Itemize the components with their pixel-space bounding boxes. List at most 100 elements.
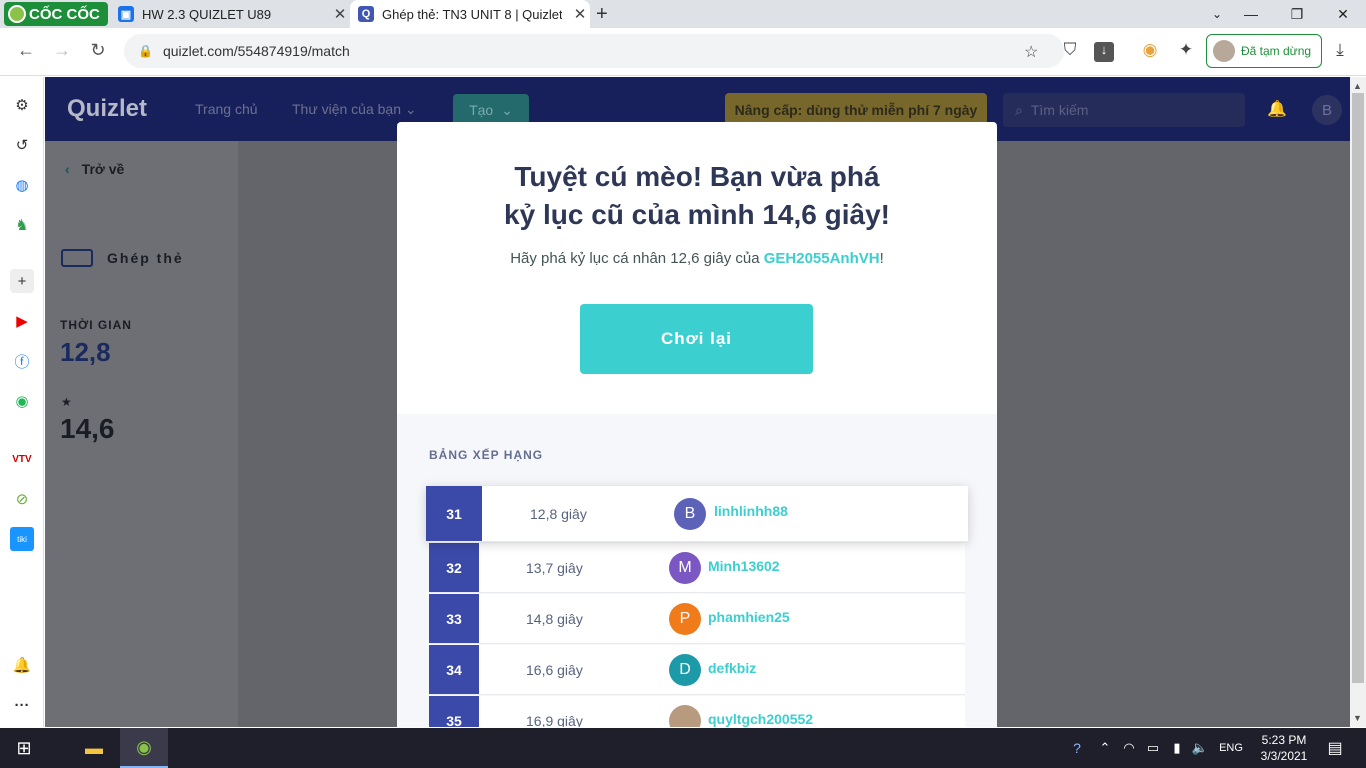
facebook-icon[interactable]: ⓕ — [10, 349, 34, 373]
best-time-value: 14,6 — [60, 413, 115, 444]
tab-title: HW 2.3 QUIZLET U89 — [142, 6, 272, 22]
browser-sidebar: ⚙ ↺ ◍ ♞ + ▶ ⓕ ◉ VTV ⊘ tiki 🔔 ··· — [0, 77, 44, 727]
username-link[interactable]: phamhien25 — [708, 609, 790, 625]
time-value: 12,8 — [60, 337, 111, 367]
notification-bell-icon[interactable]: 🔔 — [1267, 99, 1287, 119]
minimize-button[interactable]: — — [1228, 0, 1274, 28]
notification-bell-icon[interactable]: 🔔 — [10, 653, 34, 677]
search-input[interactable]: ⌕ Tìm kiếm — [1003, 93, 1245, 127]
username-link[interactable]: linhlinhh88 — [714, 503, 788, 519]
add-shortcut-icon[interactable]: + — [10, 269, 34, 293]
username-link[interactable]: Minh13602 — [708, 558, 780, 574]
download-icon[interactable]: ↓ — [1094, 42, 1114, 62]
reload-icon[interactable]: ↻ — [86, 40, 110, 61]
clock-time: 5:23 PM — [1261, 733, 1307, 747]
scrollbar-thumb[interactable] — [1352, 93, 1364, 683]
record-holder-link[interactable]: GEH2055AnhVH — [764, 250, 880, 267]
back-arrow-icon[interactable]: ← — [14, 40, 38, 61]
history-icon[interactable]: ↺ — [10, 133, 34, 157]
back-label: Trở về — [81, 161, 125, 177]
game-controller-icon[interactable]: ♞ — [10, 213, 34, 237]
help-icon[interactable]: ? — [1064, 728, 1090, 768]
mode-title: Ghép thẻ — [61, 249, 184, 267]
youtube-icon[interactable]: ▶ — [10, 309, 34, 333]
tab-bar: CỐC CỐC ▣ HW 2.3 QUIZLET U89 ✕ Q Ghép th… — [0, 0, 1366, 28]
leaderboard-row-current: 31 12,8 giây B linhlinhh88 — [426, 486, 968, 542]
back-link[interactable]: ‹ Trở về — [65, 161, 124, 177]
mode-label: Ghép thẻ — [107, 250, 184, 266]
close-tab-icon[interactable]: ✕ — [570, 5, 590, 23]
show-hidden-icons-chevron-icon[interactable]: ⌃ — [1094, 728, 1116, 768]
scroll-up-arrow-icon[interactable]: ▲ — [1353, 81, 1362, 91]
username-link[interactable]: quyltgch200552 — [708, 711, 813, 727]
nav-library-label: Thư viện của bạn — [292, 101, 401, 117]
coccoc-extension-icon[interactable]: ◉ — [1138, 40, 1162, 60]
play-again-button[interactable]: Chơi lại — [580, 304, 813, 374]
quizlet-logo[interactable]: Quizlet — [67, 95, 147, 123]
wifi-icon[interactable]: ◠ — [1118, 728, 1140, 768]
tiki-icon[interactable]: tiki — [10, 527, 34, 551]
downloads-icon[interactable]: ⤓ — [1328, 40, 1352, 60]
battery-icon[interactable]: ▮ — [1166, 728, 1188, 768]
leaderboard-section: BẢNG XẾP HẠNG 31 12,8 giây B linhlinhh88… — [397, 414, 997, 727]
tab-hw-quizlet[interactable]: ▣ HW 2.3 QUIZLET U89 ✕ — [110, 0, 350, 28]
leaderboard-row: 34 16,6 giây D defkbiz — [429, 645, 965, 695]
search-placeholder: Tìm kiếm — [1030, 102, 1089, 118]
modal-subtitle: Hãy phá kỷ lục cá nhân 12,6 giây của GEH… — [397, 250, 997, 267]
scroll-down-arrow-icon[interactable]: ▼ — [1353, 713, 1362, 723]
username-link[interactable]: defkbiz — [708, 660, 756, 676]
new-tab-button[interactable]: + — [596, 3, 608, 26]
close-window-button[interactable]: ✕ — [1320, 0, 1366, 28]
windows-start-icon[interactable]: ⊞ — [0, 728, 48, 768]
modal-title-line2: kỷ lục cũ của mình 14,6 giây! — [504, 199, 890, 230]
page-scrollbar[interactable]: ▲ ▼ — [1350, 77, 1366, 727]
rank: 31 — [426, 486, 482, 541]
file-explorer-icon[interactable]: ▬ — [70, 728, 118, 768]
nav-library[interactable]: Thư viện của bạn ⌄ — [292, 101, 417, 118]
rank: 34 — [429, 645, 479, 694]
leaderboard-row: 35 16,9 giây quyltgch200552 — [429, 696, 965, 727]
coccoc-brand-button[interactable]: CỐC CỐC — [4, 2, 108, 26]
shield-icon[interactable]: ⛉ — [1058, 40, 1082, 60]
profile-paused-button[interactable]: Đã tạm dừng — [1206, 34, 1322, 68]
windows-taskbar: ⊞ ▬ ◉ ? ⌃ ◠ ▭ ▮ 🔈 ENG 5:23 PM 3/3/2021 ▤ — [0, 728, 1366, 768]
user-avatar: P — [669, 603, 701, 635]
profile-avatar — [1213, 40, 1235, 62]
spotify-icon[interactable]: ◉ — [10, 389, 34, 413]
restore-button[interactable]: ❐ — [1274, 0, 1320, 28]
subtitle-suffix: ! — [879, 250, 884, 267]
coccoc-taskbar-icon[interactable]: ◉ — [120, 728, 168, 768]
match-cards-icon — [61, 249, 93, 267]
chevron-down-icon: ⌄ — [404, 101, 417, 117]
quizlet-favicon-icon: Q — [358, 6, 374, 22]
leaderboard-title: BẢNG XẾP HẠNG — [429, 448, 544, 462]
clock-date: 3/3/2021 — [1260, 749, 1308, 763]
time-label: THỜI GIAN — [60, 318, 132, 332]
vtv-go-icon[interactable]: VTV — [10, 447, 34, 471]
action-center-icon[interactable]: ▤ — [1320, 728, 1350, 768]
classroom-favicon-icon: ▣ — [118, 6, 134, 22]
address-bar[interactable]: 🔒 quizlet.com/554874919/match ☆ — [124, 34, 1064, 68]
search-icon: ⌕ — [1015, 101, 1023, 118]
system-clock[interactable]: 5:23 PM 3/3/2021 — [1252, 732, 1316, 764]
bookmark-star-icon[interactable]: ☆ — [1024, 42, 1038, 62]
volume-icon[interactable]: 🔈 — [1188, 728, 1212, 768]
score-time: 14,8 giây — [526, 611, 583, 627]
close-tab-icon[interactable]: ✕ — [330, 5, 350, 23]
more-options-icon[interactable]: ··· — [10, 693, 34, 717]
user-avatar[interactable]: B — [1312, 95, 1342, 125]
settings-gear-icon[interactable]: ⚙ — [10, 93, 34, 117]
input-language[interactable]: ENG — [1214, 728, 1248, 768]
create-label: Tạo — [469, 102, 494, 118]
meet-now-icon[interactable]: ▭ — [1142, 728, 1164, 768]
rank: 33 — [429, 594, 479, 643]
score-time: 13,7 giây — [526, 560, 583, 576]
tab-quizlet-match[interactable]: Q Ghép thẻ: TN3 UNIT 8 | Quizlet ✕ — [350, 0, 590, 28]
extensions-puzzle-icon[interactable]: ✦ — [1174, 40, 1198, 60]
leaderboard-row: 32 13,7 giây M Minh13602 — [429, 543, 965, 593]
messenger-icon[interactable]: ◍ — [10, 173, 34, 197]
forward-arrow-icon[interactable]: → — [50, 40, 74, 61]
star-icon: ★ — [61, 395, 72, 409]
coccoc-maps-icon[interactable]: ⊘ — [10, 487, 34, 511]
nav-home[interactable]: Trang chủ — [195, 101, 258, 117]
